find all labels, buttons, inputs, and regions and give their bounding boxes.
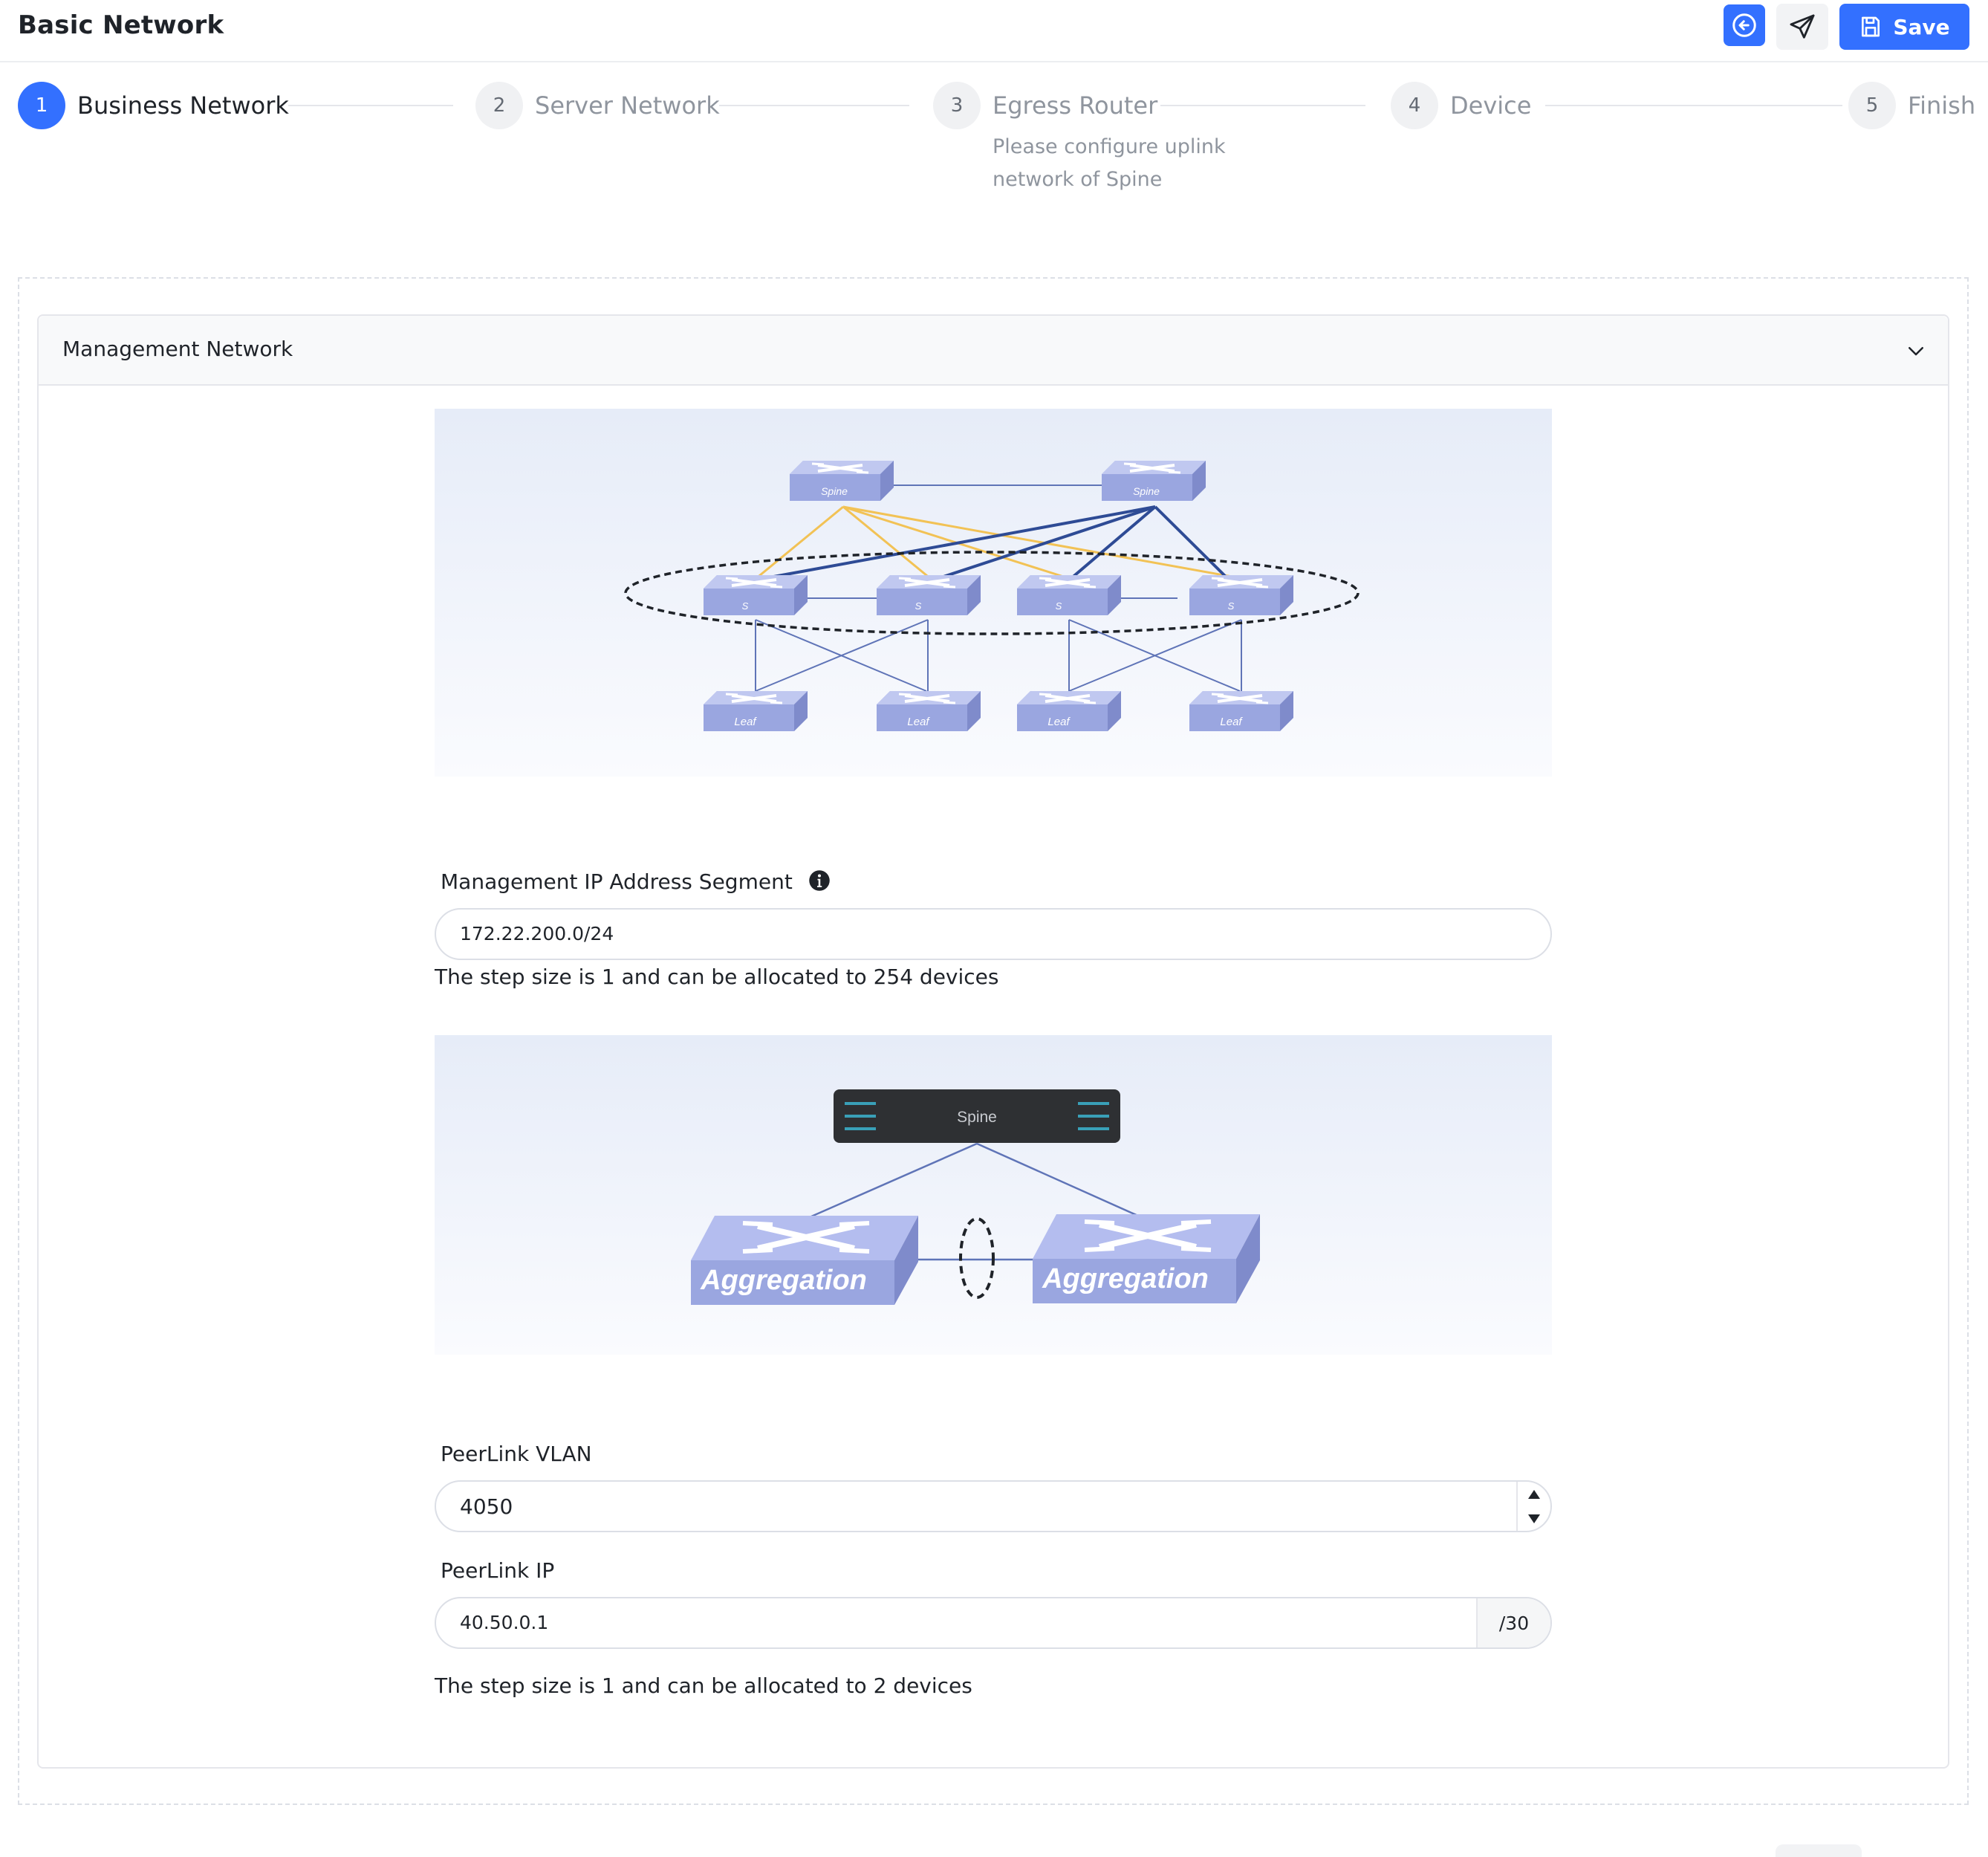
svg-text:Aggregation: Aggregation: [1042, 1263, 1209, 1294]
svg-text:Spine: Spine: [821, 485, 848, 497]
management-ip-hint: The step size is 1 and can be allocated …: [435, 965, 999, 989]
step-number: 4: [1391, 82, 1438, 129]
svg-text:Leaf: Leaf: [734, 716, 757, 728]
peerlink-vlan-value: 4050: [460, 1494, 513, 1519]
step-number: 1: [18, 82, 65, 129]
middle-switch: S: [702, 574, 809, 617]
peerlink-vlan-label: PeerLink VLAN: [441, 1442, 592, 1466]
header-bar: Basic Network Save: [0, 0, 1988, 62]
step-finish[interactable]: 5 Finish: [1848, 82, 1975, 129]
management-ip-label-text: Management IP Address Segment: [441, 869, 793, 894]
middle-switch: S: [875, 574, 982, 617]
caret-up-icon: [1528, 1489, 1540, 1499]
back-button[interactable]: [1724, 4, 1765, 46]
spine-leaf-topology-diagram: Spine Spine S S S S Leaf Leaf Leaf Leaf: [435, 409, 1552, 777]
step-server-network[interactable]: 2 Server Network: [475, 82, 720, 129]
peerlink-vlan-input[interactable]: 4050: [435, 1480, 1552, 1532]
arrow-left-circle-icon: [1732, 13, 1756, 37]
panel-header[interactable]: Management Network: [39, 316, 1948, 386]
step-label: Server Network: [535, 91, 720, 120]
info-icon[interactable]: [808, 869, 831, 892]
chevron-down-icon[interactable]: [1905, 340, 1927, 362]
peerlink-ip-hint: The step size is 1 and can be allocated …: [435, 1673, 972, 1698]
svg-text:S: S: [1228, 600, 1235, 612]
peerlink-ip-value: 40.50.0.1: [460, 1612, 549, 1633]
step-connector: [1545, 105, 1842, 106]
svg-text:Leaf: Leaf: [1047, 716, 1071, 728]
svg-text:Leaf: Leaf: [907, 716, 930, 728]
peerlink-ip-input[interactable]: 40.50.0.1 /30: [435, 1597, 1552, 1649]
save-button-label: Save: [1893, 14, 1950, 39]
publish-button[interactable]: [1776, 4, 1828, 50]
step-connector: [288, 105, 453, 106]
step-label: Business Network: [77, 91, 289, 120]
svg-text:Aggregation: Aggregation: [700, 1265, 867, 1296]
number-stepper: [1516, 1482, 1550, 1531]
management-ip-label: Management IP Address Segment: [441, 869, 831, 894]
subnet-mask-suffix: /30: [1476, 1598, 1550, 1647]
leaf-switch: Leaf: [702, 690, 809, 733]
step-label: Egress Router: [993, 91, 1158, 120]
aggregation-switch-left: Aggregation: [691, 1216, 918, 1305]
spine-switch-right: Spine: [1100, 459, 1207, 502]
step-label: Finish: [1908, 91, 1976, 120]
step-description: Please configure uplink network of Spine: [993, 135, 1226, 191]
page-title: Basic Network: [18, 10, 224, 40]
step-number: 2: [475, 82, 523, 129]
leaf-switch: Leaf: [875, 690, 982, 733]
spine-device: Spine: [834, 1089, 1120, 1143]
save-button[interactable]: Save: [1839, 4, 1969, 50]
leaf-switch: Leaf: [1188, 690, 1295, 733]
step-connector: [719, 105, 909, 106]
middle-switch: S: [1188, 574, 1295, 617]
stepper-down-button[interactable]: [1518, 1506, 1550, 1531]
svg-text:Spine: Spine: [1133, 485, 1160, 497]
svg-text:Spine: Spine: [957, 1109, 997, 1126]
leaf-switch: Leaf: [1016, 690, 1123, 733]
step-label: Device: [1450, 91, 1532, 120]
save-icon: [1862, 16, 1880, 37]
spine-switch-left: Spine: [788, 459, 895, 502]
peerlink-ip-label: PeerLink IP: [441, 1558, 555, 1583]
panel-title: Management Network: [62, 337, 293, 361]
step-device[interactable]: 4 Device: [1391, 82, 1531, 129]
step-connector: [1160, 105, 1365, 106]
step-number: 5: [1848, 82, 1896, 129]
svg-text:S: S: [1056, 600, 1062, 612]
step-egress-router[interactable]: 3 Egress Router: [933, 82, 1157, 129]
step-number: 3: [933, 82, 981, 129]
aggregation-switch-right: Aggregation: [1033, 1214, 1260, 1303]
peerlink-topology-diagram: Spine Aggregation Aggregation: [435, 1035, 1552, 1355]
management-ip-input[interactable]: 172.22.200.0/24: [435, 908, 1552, 960]
svg-text:S: S: [742, 600, 749, 612]
caret-down-icon: [1528, 1514, 1540, 1523]
footer-button[interactable]: [1776, 1844, 1862, 1857]
svg-text:Leaf: Leaf: [1220, 716, 1243, 728]
svg-text:S: S: [915, 600, 922, 612]
middle-switch: S: [1016, 574, 1123, 617]
management-ip-value: 172.22.200.0/24: [460, 923, 614, 944]
stepper-up-button[interactable]: [1518, 1482, 1550, 1506]
step-business-network[interactable]: 1 Business Network: [18, 82, 289, 129]
send-icon: [1790, 14, 1815, 39]
